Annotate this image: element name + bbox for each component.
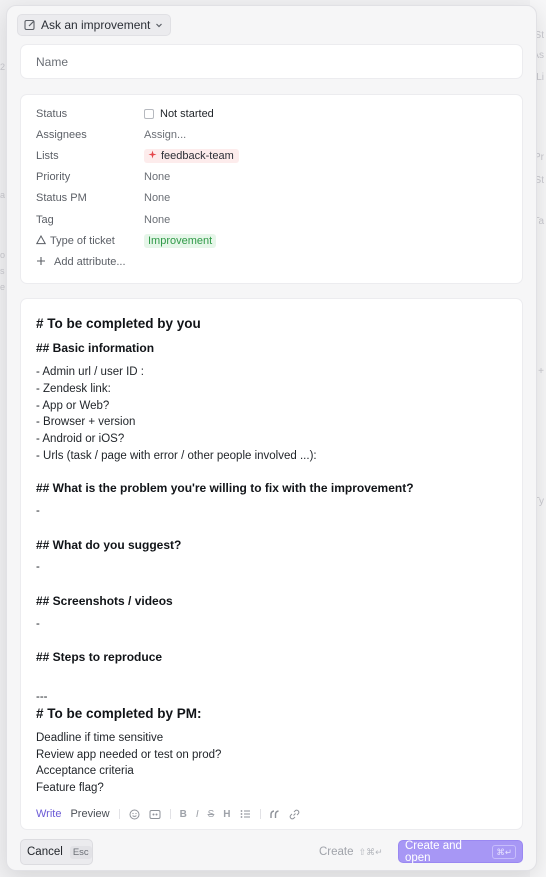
create-shortcut: ⇧⌘↵ [358, 846, 383, 857]
attribute-row-type-of-ticket[interactable]: Type of ticket Improvement [35, 231, 506, 251]
create-task-modal: Ask an improvement Status Not started As… [6, 5, 537, 871]
editor-line: - Android or iOS? [36, 433, 125, 445]
link-icon[interactable] [289, 809, 300, 820]
backdrop-glyph: o [0, 250, 6, 260]
list-chip-label: feedback-team [161, 150, 234, 162]
editor-line: Deadline if time sensitive [36, 732, 164, 744]
priority-value: None [144, 171, 171, 183]
editor-line: - [36, 618, 40, 630]
template-selector-label: Ask an improvement [41, 18, 151, 32]
tab-preview[interactable]: Preview [70, 808, 109, 820]
gif-icon[interactable] [149, 809, 161, 820]
backdrop-glyph: Li [536, 72, 544, 83]
editor-line: - [36, 505, 40, 517]
create-and-open-shortcut: ⌘↵ [492, 844, 516, 859]
triangle-icon [35, 234, 47, 248]
assignees-value: Assign... [144, 129, 187, 141]
editor-line: - Zendesk link: [36, 383, 111, 395]
attribute-label: Tag [36, 214, 54, 226]
chevron-down-icon [155, 21, 163, 29]
edit-square-icon [24, 19, 36, 31]
type-of-ticket-label: Type of ticket [50, 235, 115, 247]
improvement-chip[interactable]: Improvement [144, 234, 217, 248]
name-card [20, 44, 523, 79]
editor-line: - [36, 561, 40, 573]
emoji-icon[interactable] [129, 809, 140, 820]
attribute-row-priority[interactable]: Priority None [36, 167, 506, 187]
create-button[interactable]: Create ⇧⌘↵ [319, 842, 383, 862]
toolbar-divider [169, 809, 171, 819]
editor-subheading: ## What is the problem you're willing to… [36, 481, 414, 495]
attribute-label: Status [36, 108, 68, 120]
editor-line: - App or Web? [36, 400, 110, 412]
attribute-value: feedback-team [144, 149, 239, 163]
cancel-shortcut: Esc [69, 845, 92, 859]
backdrop-glyph: + [538, 366, 544, 377]
backdrop-glyph: s [0, 266, 5, 276]
editor-subheading: ## Steps to reproduce [36, 650, 163, 664]
add-attribute-label: Add attribute... [54, 256, 126, 268]
backdrop-glyph: a [0, 190, 6, 200]
bulleted-list-icon[interactable] [240, 809, 251, 819]
backdrop-glyph: 2 [0, 62, 6, 72]
attribute-row-tag[interactable]: Tag None [36, 210, 506, 230]
create-label: Create [319, 846, 354, 858]
attribute-row-assignees[interactable]: Assignees Assign... [36, 125, 506, 145]
editor-line: --- [36, 691, 48, 703]
attribute-value: Improvement [144, 234, 217, 248]
strikethrough-icon[interactable]: S [208, 809, 215, 820]
editor-toolbar: Write Preview B I S H [36, 805, 506, 823]
italic-icon[interactable]: I [196, 809, 199, 820]
editor-line: - Urls (task / page with error / other p… [36, 450, 317, 462]
tag-value: None [144, 214, 171, 226]
attribute-label: Type of ticket [35, 234, 144, 248]
attributes-card: Status Not started Assignees Assign... L… [20, 94, 523, 284]
status-pm-value: None [144, 192, 171, 204]
description-editor[interactable]: # To be completed by you ## Basic inform… [20, 298, 523, 830]
status-checkbox-icon [144, 109, 154, 119]
cancel-button[interactable]: Cancel Esc [20, 839, 93, 865]
add-attribute-button[interactable]: Add attribute... [36, 252, 506, 272]
editor-line: Feature flag? [36, 782, 104, 794]
editor-subheading: ## What do you suggest? [36, 538, 182, 552]
attribute-label: Priority [36, 171, 71, 183]
create-and-open-label: Create and open [405, 839, 462, 864]
template-selector-button[interactable]: Ask an improvement [17, 14, 172, 36]
editor-heading: # To be completed by PM: [36, 706, 202, 721]
attribute-label: Lists [36, 150, 59, 162]
list-sparkle-icon [148, 150, 157, 162]
toolbar-divider [259, 809, 261, 819]
list-chip[interactable]: feedback-team [144, 149, 239, 163]
editor-subheading: ## Basic information [36, 341, 155, 355]
cancel-label: Cancel [27, 846, 63, 858]
toolbar-divider [118, 809, 120, 819]
status-value: Not started [160, 108, 214, 120]
attribute-row-status-pm[interactable]: Status PM None [36, 188, 506, 208]
editor-line: - Browser + version [36, 416, 136, 428]
attribute-value: Not started [144, 108, 214, 120]
attribute-label: Status PM [36, 192, 87, 204]
editor-subheading: ## Screenshots / videos [36, 594, 173, 608]
editor-line: Review app needed or test on prod? [36, 749, 222, 761]
heading-icon[interactable]: H [223, 809, 230, 820]
attribute-row-lists[interactable]: Lists feedback-team [36, 146, 506, 166]
editor-heading: # To be completed by you [36, 316, 201, 331]
bold-icon[interactable]: B [180, 809, 187, 820]
quote-icon[interactable] [269, 809, 280, 819]
tab-write[interactable]: Write [36, 808, 61, 820]
editor-line: Acceptance criteria [36, 765, 134, 777]
plus-icon [36, 256, 46, 269]
create-and-open-button[interactable]: Create and open ⌘↵ [398, 839, 523, 864]
attribute-row-status[interactable]: Status Not started [36, 104, 506, 124]
backdrop-glyph: e [0, 282, 6, 292]
editor-line: - Admin url / user ID : [36, 366, 145, 378]
name-input[interactable] [36, 55, 496, 69]
attribute-label: Assignees [36, 129, 87, 141]
